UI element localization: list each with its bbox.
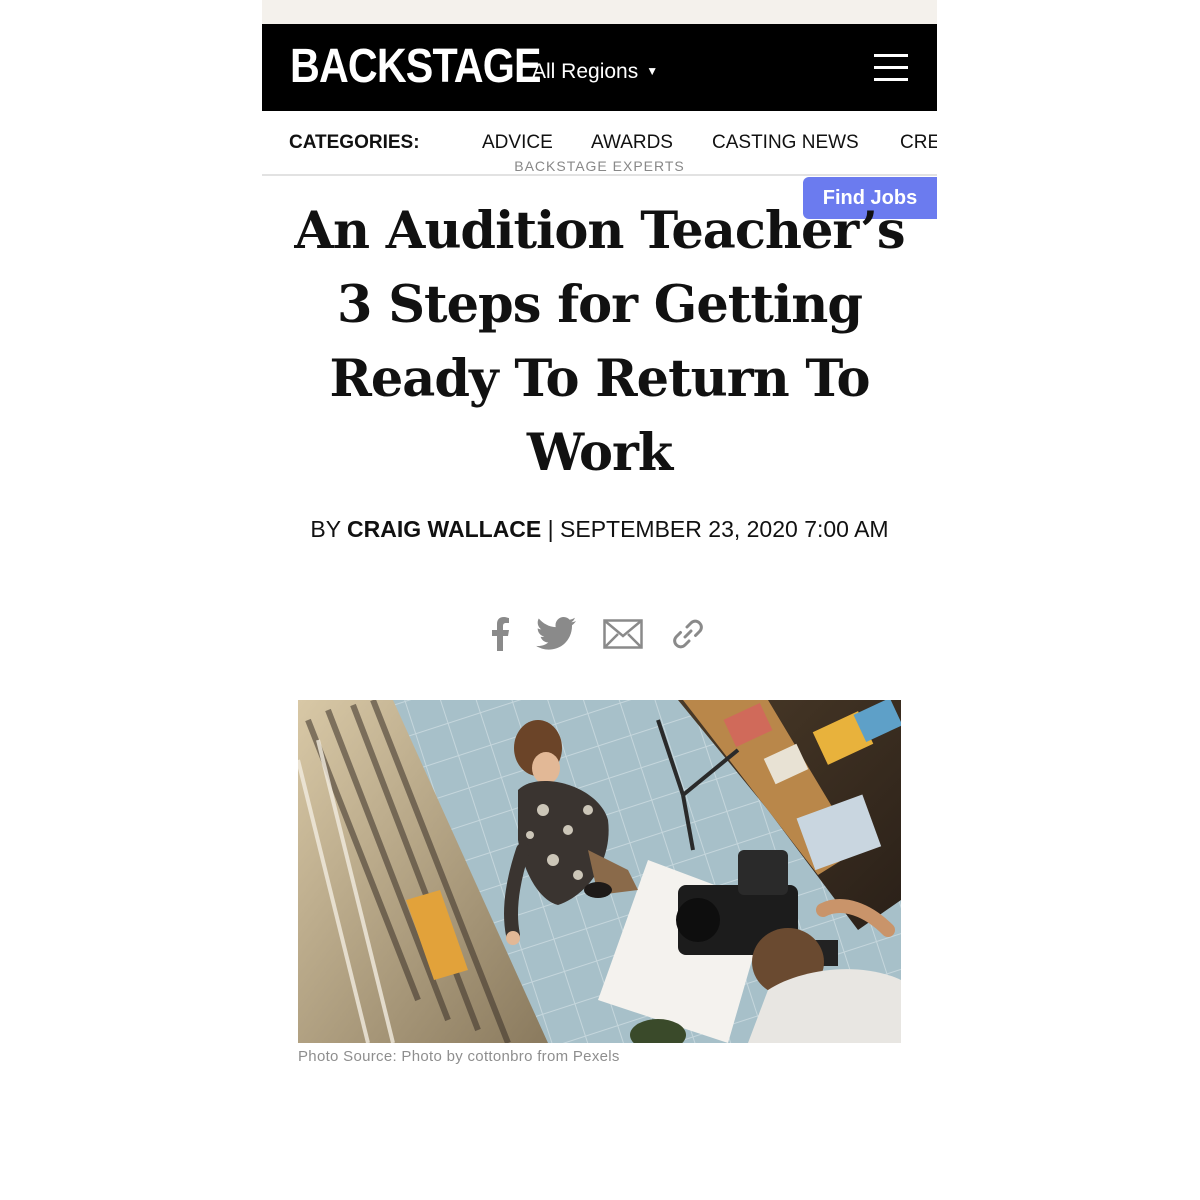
status-strip (262, 0, 937, 24)
email-icon[interactable] (603, 612, 643, 656)
byline-date: | SEPTEMBER 23, 2020 7:00 AM (541, 516, 889, 542)
article-byline: BY CRAIG WALLACE | SEPTEMBER 23, 2020 7:… (292, 512, 907, 547)
author-link[interactable]: CRAIG WALLACE (347, 516, 541, 542)
twitter-icon[interactable] (535, 612, 577, 656)
link-icon[interactable] (670, 612, 706, 656)
category-awards[interactable]: AWARDS (591, 132, 673, 154)
caret-down-icon: ▼ (646, 64, 659, 78)
image-caption: Photo Source: Photo by cottonbro from Pe… (298, 1048, 620, 1065)
region-label: All Regions (532, 60, 639, 83)
region-selector[interactable]: All Regions ▼ (532, 58, 658, 85)
site-header: BACKSTAGE All Regions ▼ (262, 24, 937, 111)
hamburger-menu-icon[interactable] (874, 52, 910, 84)
backstage-logo[interactable]: BACKSTAGE (290, 42, 542, 92)
article-kicker[interactable]: BACKSTAGE EXPERTS (262, 158, 937, 178)
share-bar (262, 612, 937, 656)
byline-prefix: BY (310, 516, 348, 542)
category-cre[interactable]: CRE (900, 132, 937, 154)
article-title: An Audition Teacher’s 3 Steps for Gettin… (294, 201, 905, 483)
phone-viewport: BACKSTAGE All Regions ▼ CATEGORIES: ADVIC… (262, 0, 937, 1200)
facebook-icon[interactable] (488, 612, 512, 656)
category-advice[interactable]: ADVICE (482, 132, 553, 154)
category-casting-news[interactable]: CASTING NEWS (712, 132, 859, 154)
article-hero-image (298, 700, 901, 1043)
categories-label: CATEGORIES: (289, 132, 420, 153)
